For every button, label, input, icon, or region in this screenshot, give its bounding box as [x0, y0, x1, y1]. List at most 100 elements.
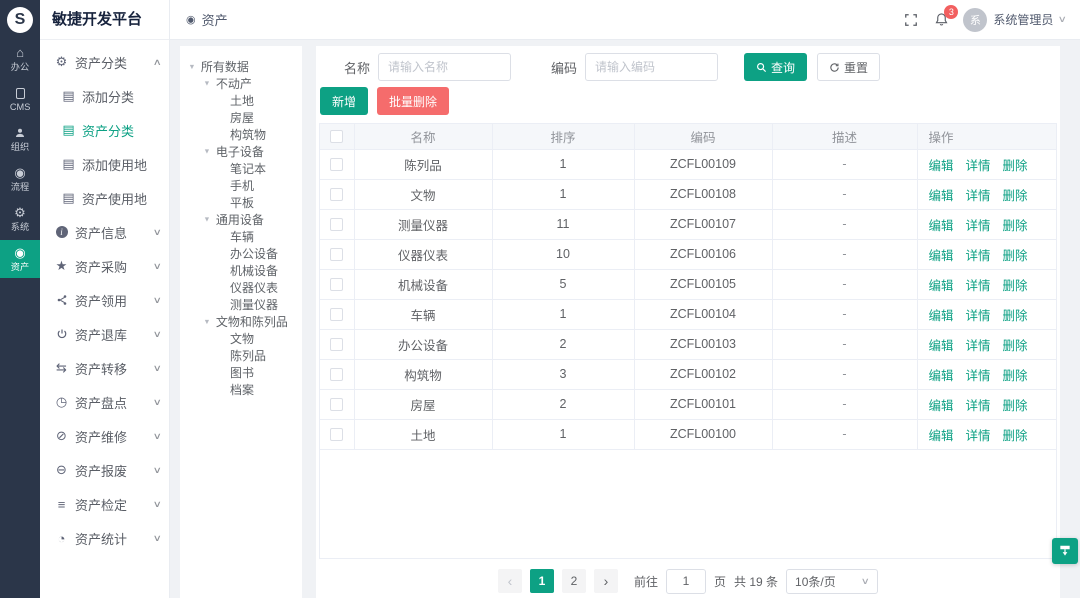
- sidebar-item-asset-scrap[interactable]: ⊖资产报废∨: [40, 453, 169, 487]
- next-page-button[interactable]: ›: [594, 569, 618, 593]
- tree-item[interactable]: 陈列品: [184, 347, 298, 364]
- rail-item-flow[interactable]: ◉流程: [0, 160, 40, 198]
- rail-item-system[interactable]: ⚙系统: [0, 200, 40, 238]
- sidebar-item-add-location[interactable]: ▤添加使用地: [40, 147, 169, 181]
- row-checkbox[interactable]: [330, 338, 343, 351]
- tree-item[interactable]: ▼文物和陈列品: [184, 313, 298, 330]
- row-checkbox[interactable]: [330, 188, 343, 201]
- edit-link[interactable]: 编辑: [929, 399, 954, 413]
- tree-item[interactable]: 仪器仪表: [184, 279, 298, 296]
- row-checkbox[interactable]: [330, 278, 343, 291]
- tree-item[interactable]: 笔记本: [184, 160, 298, 177]
- sidebar-item-asset-inventory[interactable]: ◷资产盘点∨: [40, 385, 169, 419]
- edit-link[interactable]: 编辑: [929, 189, 954, 203]
- delete-link[interactable]: 删除: [1003, 399, 1028, 413]
- rail-item-cms[interactable]: CMS: [0, 80, 40, 118]
- tree-item[interactable]: ▼通用设备: [184, 211, 298, 228]
- detail-link[interactable]: 详情: [966, 279, 991, 293]
- sidebar-item-asset-stats[interactable]: ◔资产统计∨: [40, 521, 169, 555]
- row-checkbox[interactable]: [330, 428, 343, 441]
- tree-item[interactable]: 文物: [184, 330, 298, 347]
- tree-item[interactable]: ▼不动产: [184, 75, 298, 92]
- page-button-2[interactable]: 2: [562, 569, 586, 593]
- tree-item[interactable]: 手机: [184, 177, 298, 194]
- search-button[interactable]: 查询: [744, 53, 807, 81]
- sidebar-item-asset-info[interactable]: i资产信息∨: [40, 215, 169, 249]
- tree-item[interactable]: 平板: [184, 194, 298, 211]
- sidebar-item-asset-location[interactable]: ▤资产使用地: [40, 181, 169, 215]
- tree-item[interactable]: 车辆: [184, 228, 298, 245]
- detail-link[interactable]: 详情: [966, 219, 991, 233]
- reset-button[interactable]: 重置: [817, 53, 880, 81]
- detail-link[interactable]: 详情: [966, 189, 991, 203]
- page-size-select[interactable]: 10条/页 ∨: [786, 569, 878, 594]
- sidebar-item-asset-purchase[interactable]: ★资产采购∨: [40, 249, 169, 283]
- edit-link[interactable]: 编辑: [929, 159, 954, 173]
- caret-down-icon[interactable]: ▼: [203, 147, 210, 155]
- tree-item[interactable]: 档案: [184, 381, 298, 398]
- tree-item[interactable]: 房屋: [184, 109, 298, 126]
- delete-link[interactable]: 删除: [1003, 429, 1028, 443]
- sidebar-item-asset-category[interactable]: ▤资产分类: [40, 113, 169, 147]
- tree-item[interactable]: 构筑物: [184, 126, 298, 143]
- tree-item[interactable]: 图书: [184, 364, 298, 381]
- row-checkbox[interactable]: [330, 158, 343, 171]
- sidebar-item-asset-return[interactable]: 资产退库∨: [40, 317, 169, 351]
- notification-bell-icon[interactable]: 3: [933, 12, 949, 28]
- edit-link[interactable]: 编辑: [929, 249, 954, 263]
- detail-link[interactable]: 详情: [966, 339, 991, 353]
- user-menu[interactable]: 系 系统管理员 ∨: [963, 8, 1066, 32]
- page-button-1[interactable]: 1: [530, 569, 554, 593]
- caret-down-icon[interactable]: ▼: [203, 317, 210, 325]
- edit-link[interactable]: 编辑: [929, 369, 954, 383]
- row-checkbox[interactable]: [330, 398, 343, 411]
- theme-settings-button[interactable]: [1052, 538, 1078, 564]
- row-checkbox[interactable]: [330, 308, 343, 321]
- detail-link[interactable]: 详情: [966, 309, 991, 323]
- name-input[interactable]: [378, 53, 511, 81]
- edit-link[interactable]: 编辑: [929, 279, 954, 293]
- edit-link[interactable]: 编辑: [929, 309, 954, 323]
- edit-link[interactable]: 编辑: [929, 339, 954, 353]
- delete-link[interactable]: 删除: [1003, 339, 1028, 353]
- sidebar-item-asset-verify[interactable]: ≡资产检定∨: [40, 487, 169, 521]
- rail-item-org[interactable]: 组织: [0, 120, 40, 158]
- detail-link[interactable]: 详情: [966, 369, 991, 383]
- sidebar-item-asset-repair[interactable]: ⊘资产维修∨: [40, 419, 169, 453]
- sidebar-item-asset-receive[interactable]: 资产领用∨: [40, 283, 169, 317]
- delete-link[interactable]: 删除: [1003, 189, 1028, 203]
- detail-link[interactable]: 详情: [966, 159, 991, 173]
- detail-link[interactable]: 详情: [966, 429, 991, 443]
- prev-page-button[interactable]: ‹: [498, 569, 522, 593]
- caret-down-icon[interactable]: ▼: [188, 62, 195, 70]
- row-checkbox[interactable]: [330, 218, 343, 231]
- tree-item[interactable]: 办公设备: [184, 245, 298, 262]
- tree-item[interactable]: ▼所有数据: [184, 58, 298, 75]
- delete-link[interactable]: 删除: [1003, 219, 1028, 233]
- tree-item[interactable]: 测量仪器: [184, 296, 298, 313]
- row-checkbox[interactable]: [330, 368, 343, 381]
- delete-link[interactable]: 删除: [1003, 249, 1028, 263]
- caret-down-icon[interactable]: ▼: [203, 79, 210, 87]
- code-input[interactable]: [585, 53, 718, 81]
- sidebar-item-asset-category-group[interactable]: ⚙资产分类∧: [40, 45, 169, 79]
- delete-link[interactable]: 删除: [1003, 369, 1028, 383]
- detail-link[interactable]: 详情: [966, 249, 991, 263]
- rail-item-asset[interactable]: ◉资产: [0, 240, 40, 278]
- add-button[interactable]: 新增: [320, 87, 368, 115]
- rail-item-office[interactable]: ⌂办公: [0, 40, 40, 78]
- delete-link[interactable]: 删除: [1003, 279, 1028, 293]
- app-logo[interactable]: S: [0, 0, 40, 40]
- batch-delete-button[interactable]: 批量删除: [377, 87, 449, 115]
- edit-link[interactable]: 编辑: [929, 219, 954, 233]
- tree-item[interactable]: ▼电子设备: [184, 143, 298, 160]
- edit-link[interactable]: 编辑: [929, 429, 954, 443]
- fullscreen-icon[interactable]: [903, 12, 919, 28]
- sidebar-item-asset-transfer[interactable]: ⇆资产转移∨: [40, 351, 169, 385]
- goto-page-input[interactable]: [666, 569, 706, 594]
- sidebar-item-add-category[interactable]: ▤添加分类: [40, 79, 169, 113]
- tree-item[interactable]: 机械设备: [184, 262, 298, 279]
- delete-link[interactable]: 删除: [1003, 159, 1028, 173]
- caret-down-icon[interactable]: ▼: [203, 215, 210, 223]
- detail-link[interactable]: 详情: [966, 399, 991, 413]
